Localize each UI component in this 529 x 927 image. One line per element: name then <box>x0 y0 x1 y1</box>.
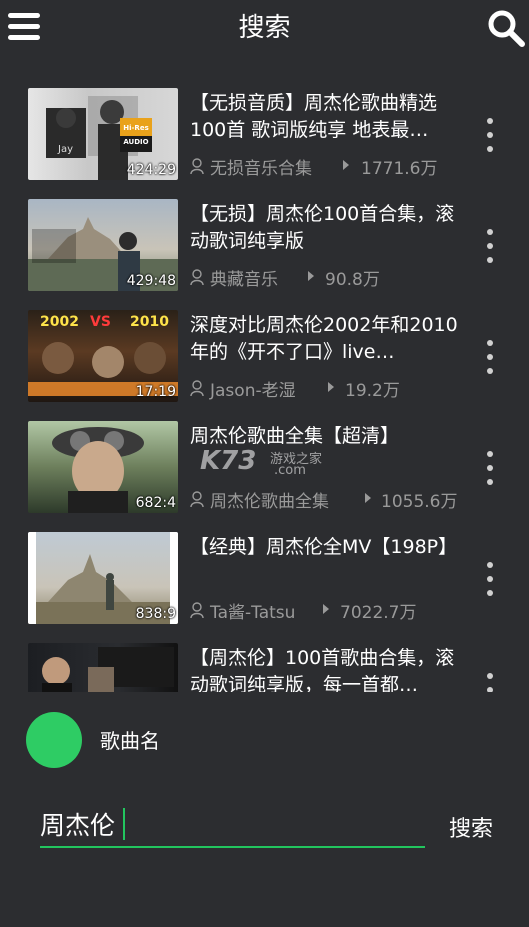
more-options-icon[interactable] <box>484 451 496 485</box>
uploader-name[interactable]: 典藏音乐 <box>210 265 278 290</box>
thumb-caption: Jay <box>58 144 73 155</box>
video-item[interactable]: Hi-Res AUDIO Jay 424:29 【无损音质】周杰伦歌曲精选100… <box>0 80 529 184</box>
video-meta: 典藏音乐 90.8万 <box>190 265 480 290</box>
more-options-icon[interactable] <box>484 340 496 374</box>
uploader-name[interactable]: 周杰伦歌曲全集 <box>210 487 329 512</box>
more-options-icon[interactable] <box>484 673 496 692</box>
text-caret <box>123 808 125 840</box>
top-bar: 搜索 <box>0 0 529 60</box>
more-options-icon[interactable] <box>484 229 496 263</box>
user-icon <box>190 269 204 285</box>
play-count-icon <box>308 271 314 281</box>
view-count: 7022.7万 <box>340 603 417 623</box>
app-root: 搜索 Hi-Res AUDIO Jay 424:29 【无损音质】周杰伦歌曲精选… <box>0 0 529 927</box>
video-thumbnail[interactable]: 682:4 <box>28 421 178 513</box>
video-meta: 周杰伦歌曲全集 1055.6万 <box>190 487 480 512</box>
search-button[interactable]: 搜索 <box>440 810 502 844</box>
thumb-vs: VS <box>90 314 111 330</box>
video-item[interactable]: 2002 VS 2010 17:19 深度对比周杰伦2002年和2010年的《开… <box>0 302 529 406</box>
song-avatar[interactable] <box>26 712 82 768</box>
video-title[interactable]: 深度对比周杰伦2002年和2010年的《开不了口》live… <box>190 312 472 366</box>
video-thumbnail[interactable]: 429:48 <box>28 199 178 291</box>
song-name-label: 歌曲名 <box>100 729 160 753</box>
view-count: 1055.6万 <box>381 492 458 512</box>
video-title[interactable]: 【经典】周杰伦全MV【198P】 <box>190 534 472 561</box>
more-options-icon[interactable] <box>484 118 496 152</box>
uploader-name[interactable]: Ta酱-Tatsu <box>210 598 295 623</box>
page-title: 搜索 <box>238 13 291 43</box>
video-result-list[interactable]: Hi-Res AUDIO Jay 424:29 【无损音质】周杰伦歌曲精选100… <box>0 80 529 692</box>
video-thumbnail[interactable] <box>28 643 178 692</box>
video-thumbnail[interactable]: 2002 VS 2010 17:19 <box>28 310 178 402</box>
video-meta: Jason-老湿 19.2万 <box>190 376 480 401</box>
uploader-name[interactable]: 无损音乐合集 <box>210 154 312 179</box>
video-duration: 17:19 <box>135 384 176 400</box>
video-item[interactable]: 429:48 【无损】周杰伦100首合集，滚动歌词纯享版 典藏音乐 90.8万 <box>0 191 529 295</box>
play-count-icon <box>343 160 349 170</box>
video-meta: Ta酱-Tatsu 7022.7万 <box>190 598 480 623</box>
watermark-logo: K73 <box>200 446 257 476</box>
video-duration: 424:29 <box>126 162 176 178</box>
view-count: 19.2万 <box>345 381 400 401</box>
video-title[interactable]: 【无损音质】周杰伦歌曲精选100首 歌词版纯享 地表最… <box>190 90 472 144</box>
view-count: 90.8万 <box>325 270 380 290</box>
thumb-year-2002: 2002 <box>40 314 79 330</box>
more-options-icon[interactable] <box>484 562 496 596</box>
video-thumbnail[interactable]: Hi-Res AUDIO Jay 424:29 <box>28 88 178 180</box>
view-count: 1771.6万 <box>361 159 438 179</box>
video-duration: 838:9 <box>135 606 176 622</box>
video-title[interactable]: 【无损】周杰伦100首合集，滚动歌词纯享版 <box>190 201 472 255</box>
user-icon <box>190 380 204 396</box>
video-duration: 682:4 <box>135 495 176 511</box>
search-input[interactable] <box>40 804 424 844</box>
watermark-line2: .com <box>274 463 306 478</box>
user-icon <box>190 602 204 618</box>
search-icon[interactable] <box>486 8 526 48</box>
hires-badge: Hi-Res AUDIO <box>123 124 149 146</box>
thumb-year-2010: 2010 <box>130 314 169 330</box>
search-input-underline <box>40 846 425 848</box>
video-item[interactable]: 838:9 【经典】周杰伦全MV【198P】 Ta酱-Tatsu 7022.7万 <box>0 524 529 628</box>
video-item[interactable]: 【周杰伦】100首歌曲合集，滚动歌词纯享版，每一首都… <box>0 635 529 692</box>
user-icon <box>190 158 204 174</box>
play-count-icon <box>365 493 371 503</box>
video-duration: 429:48 <box>126 273 176 289</box>
site-watermark: K73 游戏之家 .com <box>200 446 340 482</box>
uploader-name[interactable]: Jason-老湿 <box>210 376 296 401</box>
video-meta: 无损音乐合集 1771.6万 <box>190 154 480 179</box>
play-count-icon <box>328 382 334 392</box>
user-icon <box>190 491 204 507</box>
play-count-icon <box>323 604 329 614</box>
video-title[interactable]: 【周杰伦】100首歌曲合集，滚动歌词纯享版，每一首都… <box>190 645 472 692</box>
video-thumbnail[interactable]: 838:9 <box>28 532 178 624</box>
